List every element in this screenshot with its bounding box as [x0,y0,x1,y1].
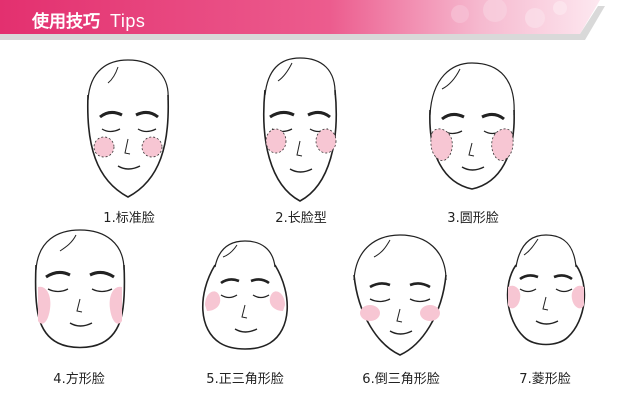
face-diamond-illustration [506,234,586,346]
face-inverted-triangle-illustration [353,234,447,356]
face-triangle-illustration [202,240,288,350]
face-diamond [476,225,616,360]
caption-diamond: 7.菱形脸 [519,372,571,387]
caption-inverted-triangle: 6.倒三角形脸 [362,372,440,387]
caption-square: 4.方形脸 [53,372,105,387]
tips-banner: 使用技巧 Tips [0,0,618,40]
face-standard [58,55,198,205]
face-square-illustration [34,229,126,349]
face-triangle [175,225,315,360]
face-inverted-triangle [330,225,470,360]
title-chinese: 使用技巧 [32,12,100,32]
face-square [10,225,150,360]
caption-standard: 1.标准脸 [103,211,155,226]
face-round-illustration [429,62,515,190]
caption-round: 3.圆形脸 [447,211,499,226]
face-long [230,55,370,205]
caption-triangle: 5.正三角形脸 [206,372,284,387]
face-long-illustration [262,57,338,202]
face-standard-illustration [86,59,170,198]
caption-long: 2.长脸型 [275,211,327,226]
title-english: Tips [110,11,146,31]
face-round [402,55,542,205]
